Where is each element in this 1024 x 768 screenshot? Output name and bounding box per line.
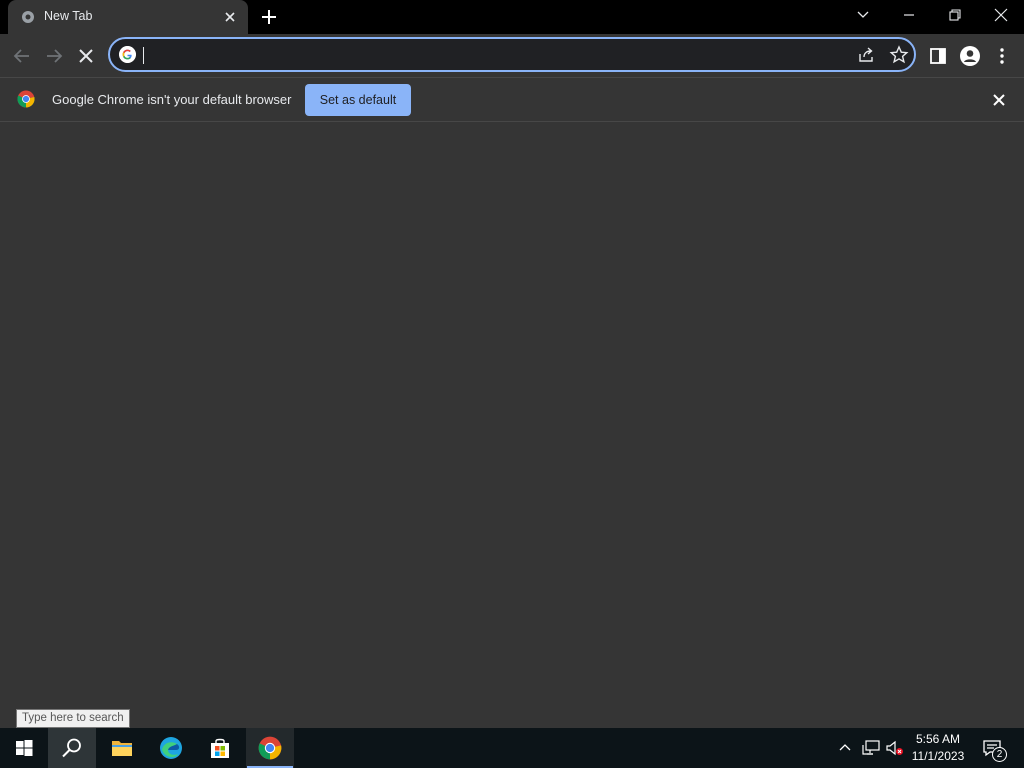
start-button[interactable] (0, 728, 48, 768)
more-menu-icon[interactable] (990, 44, 1014, 68)
close-icon[interactable] (991, 92, 1007, 108)
edge-browser-icon (160, 737, 182, 759)
minimize-icon (904, 14, 914, 16)
restore-icon (949, 9, 961, 21)
file-explorer-button[interactable] (98, 728, 146, 768)
back-arrow-icon[interactable] (10, 44, 34, 68)
search-tooltip: Type here to search (16, 709, 130, 728)
minimize-button[interactable] (886, 0, 932, 30)
infobar-message: Google Chrome isn't your default browser (52, 92, 292, 107)
close-window-button[interactable] (978, 0, 1024, 30)
search-button[interactable] (48, 728, 96, 768)
google-g-icon (119, 46, 136, 63)
microsoft-store-button[interactable] (196, 728, 244, 768)
network-icon[interactable] (861, 739, 881, 757)
clock-date: 11/1/2023 (911, 749, 965, 763)
tab-title: New Tab (44, 9, 93, 23)
profile-avatar-icon[interactable] (958, 44, 982, 68)
chrome-logo-icon (17, 90, 35, 108)
close-icon (994, 8, 1008, 22)
bookmark-star-icon[interactable] (888, 44, 910, 66)
side-panel-icon[interactable] (926, 44, 950, 68)
windows-logo-icon (16, 740, 33, 756)
clock-time: 5:56 AM (915, 732, 961, 746)
tab-search-button[interactable] (840, 0, 886, 30)
address-bar[interactable] (108, 37, 916, 72)
tab-new-tab[interactable]: New Tab (8, 0, 248, 34)
show-hidden-icons-chevron-up-icon[interactable] (837, 740, 853, 756)
browser-toolbar (0, 34, 1024, 77)
action-center-button[interactable]: 2 (978, 728, 1008, 768)
restore-button[interactable] (932, 0, 978, 30)
chevron-down-icon (857, 11, 869, 18)
share-icon[interactable] (856, 44, 878, 66)
set-as-default-button[interactable]: Set as default (305, 84, 411, 116)
forward-arrow-icon[interactable] (42, 44, 66, 68)
loading-favicon-icon (22, 11, 34, 23)
windows-taskbar: 5:56 AM 11/1/2023 2 (0, 728, 1024, 768)
search-icon (62, 738, 81, 758)
omnibox-input[interactable] (142, 44, 842, 66)
chrome-taskbar-button[interactable] (246, 728, 294, 768)
notification-count-badge: 2 (992, 747, 1007, 762)
text-caret (143, 47, 144, 64)
tab-strip: New Tab (0, 0, 1024, 34)
volume-muted-icon[interactable] (885, 739, 905, 757)
chrome-logo-icon (258, 736, 282, 760)
folder-icon (112, 741, 132, 756)
store-bag-icon (211, 738, 229, 758)
new-tab-plus-icon[interactable] (258, 6, 280, 28)
page-content (0, 122, 1024, 728)
stop-loading-icon[interactable] (74, 44, 98, 68)
edge-button[interactable] (147, 728, 195, 768)
tab-close-icon[interactable] (222, 9, 238, 25)
taskbar-clock[interactable]: 5:56 AM 11/1/2023 (905, 731, 971, 765)
default-browser-infobar: Google Chrome isn't your default browser… (0, 77, 1024, 122)
